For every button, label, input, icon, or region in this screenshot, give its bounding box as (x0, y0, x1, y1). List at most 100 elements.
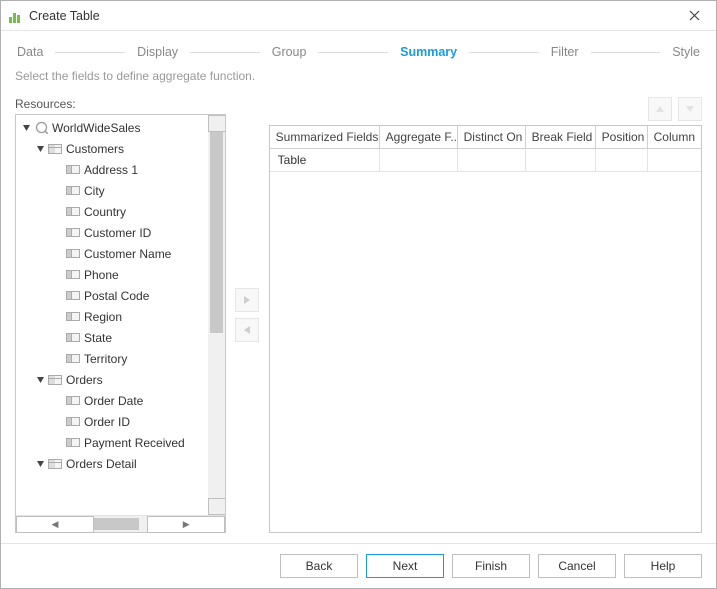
tree-node-label: City (84, 184, 105, 198)
scroll-thumb[interactable] (94, 518, 139, 530)
step-group[interactable]: Group (270, 43, 309, 61)
step-data[interactable]: Data (15, 43, 45, 61)
expand-arrow-icon[interactable] (20, 122, 32, 134)
step-summary[interactable]: Summary (398, 43, 459, 61)
app-icon (9, 9, 23, 23)
step-display[interactable]: Display (135, 43, 180, 61)
vertical-scrollbar[interactable]: ▲ ▼ (208, 115, 225, 515)
tree-field[interactable]: Customer ID (16, 222, 225, 243)
expand-arrow-icon[interactable] (34, 458, 46, 470)
grid-cell[interactable] (648, 149, 701, 172)
grid-cell[interactable] (526, 149, 596, 172)
step-separator (55, 52, 125, 53)
step-style[interactable]: Style (670, 43, 702, 61)
grid-cell[interactable] (380, 149, 458, 172)
help-button[interactable]: Help (624, 554, 702, 578)
field-icon (66, 416, 80, 428)
col-position[interactable]: Position (596, 126, 648, 148)
tree-node-label: Payment Received (84, 436, 185, 450)
tree-field[interactable]: State (16, 327, 225, 348)
resources-panel: Resources: WorldWideSalesCustomersAddres… (15, 97, 226, 533)
grid-cell[interactable]: Table (270, 149, 380, 172)
tree-node-label: Orders Detail (66, 457, 137, 471)
tree-field[interactable]: Country (16, 201, 225, 222)
tree-group[interactable]: Orders Detail (16, 453, 225, 474)
scroll-thumb[interactable] (210, 132, 223, 333)
summary-panel: Summarized Fields Aggregate F... Distinc… (269, 97, 702, 533)
tree-field[interactable]: Postal Code (16, 285, 225, 306)
field-icon (66, 269, 80, 281)
titlebar: Create Table (1, 1, 716, 31)
grid-cell[interactable] (596, 149, 648, 172)
col-summarized[interactable]: Summarized Fields (270, 126, 380, 148)
remove-button[interactable] (235, 318, 259, 342)
field-icon (66, 185, 80, 197)
field-icon (66, 164, 80, 176)
field-icon (66, 206, 80, 218)
tree-field[interactable]: Payment Received (16, 432, 225, 453)
tree-root[interactable]: WorldWideSales (16, 117, 225, 138)
expand-arrow-icon[interactable] (34, 374, 46, 386)
tree-field[interactable]: Address 1 (16, 159, 225, 180)
grid-cell[interactable] (458, 149, 526, 172)
summary-grid[interactable]: Summarized Fields Aggregate F... Distinc… (269, 125, 702, 533)
col-distinct[interactable]: Distinct On (458, 126, 526, 148)
field-icon (66, 311, 80, 323)
col-aggregate[interactable]: Aggregate F... (380, 126, 458, 148)
tree-node-label: State (84, 331, 112, 345)
tree-node-label: Orders (66, 373, 103, 387)
content-area: Resources: WorldWideSalesCustomersAddres… (1, 93, 716, 543)
tree-field[interactable]: Territory (16, 348, 225, 369)
table-icon (48, 143, 62, 155)
field-icon (66, 437, 80, 449)
horizontal-scrollbar[interactable]: ◀ ▶ (16, 515, 225, 532)
scroll-right-button[interactable]: ▶ (147, 516, 225, 533)
tree-field[interactable]: Phone (16, 264, 225, 285)
tree-node-label: Order Date (84, 394, 143, 408)
scroll-track[interactable] (208, 132, 225, 498)
tree-field[interactable]: Order ID (16, 411, 225, 432)
finish-button[interactable]: Finish (452, 554, 530, 578)
col-column[interactable]: Column (648, 126, 701, 148)
table-icon (48, 458, 62, 470)
step-filter[interactable]: Filter (549, 43, 581, 61)
resources-tree-container: WorldWideSalesCustomersAddress 1 City Coun… (15, 114, 226, 533)
tree-node-label: Postal Code (84, 289, 149, 303)
step-separator (318, 52, 388, 53)
resources-tree[interactable]: WorldWideSalesCustomersAddress 1 City Coun… (16, 115, 225, 515)
datasource-icon (34, 122, 48, 134)
scroll-down-button[interactable]: ▼ (208, 498, 225, 515)
close-button[interactable] (680, 2, 708, 30)
move-down-button[interactable] (678, 97, 702, 121)
tree-field[interactable]: Region (16, 306, 225, 327)
tree-field[interactable]: City (16, 180, 225, 201)
add-button[interactable] (235, 288, 259, 312)
field-icon (66, 395, 80, 407)
next-button[interactable]: Next (366, 554, 444, 578)
tree-node-label: Country (84, 205, 126, 219)
tree-field[interactable]: Customer Name (16, 243, 225, 264)
scroll-left-button[interactable]: ◀ (16, 516, 94, 533)
cancel-button[interactable]: Cancel (538, 554, 616, 578)
table-icon (48, 374, 62, 386)
step-separator (469, 52, 539, 53)
grid-row[interactable]: Table (270, 149, 701, 172)
field-icon (66, 227, 80, 239)
tree-node-label: Territory (84, 352, 127, 366)
tree-field[interactable]: Order Date (16, 390, 225, 411)
expand-arrow-icon[interactable] (34, 143, 46, 155)
tree-group[interactable]: Orders (16, 369, 225, 390)
col-break[interactable]: Break Field (526, 126, 596, 148)
grid-body: Table (270, 149, 701, 532)
tree-group[interactable]: Customers (16, 138, 225, 159)
scroll-track[interactable] (94, 516, 147, 532)
dialog-footer: Back Next Finish Cancel Help (1, 543, 716, 588)
move-up-button[interactable] (648, 97, 672, 121)
field-icon (66, 332, 80, 344)
grid-header: Summarized Fields Aggregate F... Distinc… (270, 126, 701, 149)
field-icon (66, 290, 80, 302)
scroll-up-button[interactable]: ▲ (208, 115, 225, 132)
back-button[interactable]: Back (280, 554, 358, 578)
tree-node-label: Phone (84, 268, 119, 282)
step-separator (591, 52, 661, 53)
